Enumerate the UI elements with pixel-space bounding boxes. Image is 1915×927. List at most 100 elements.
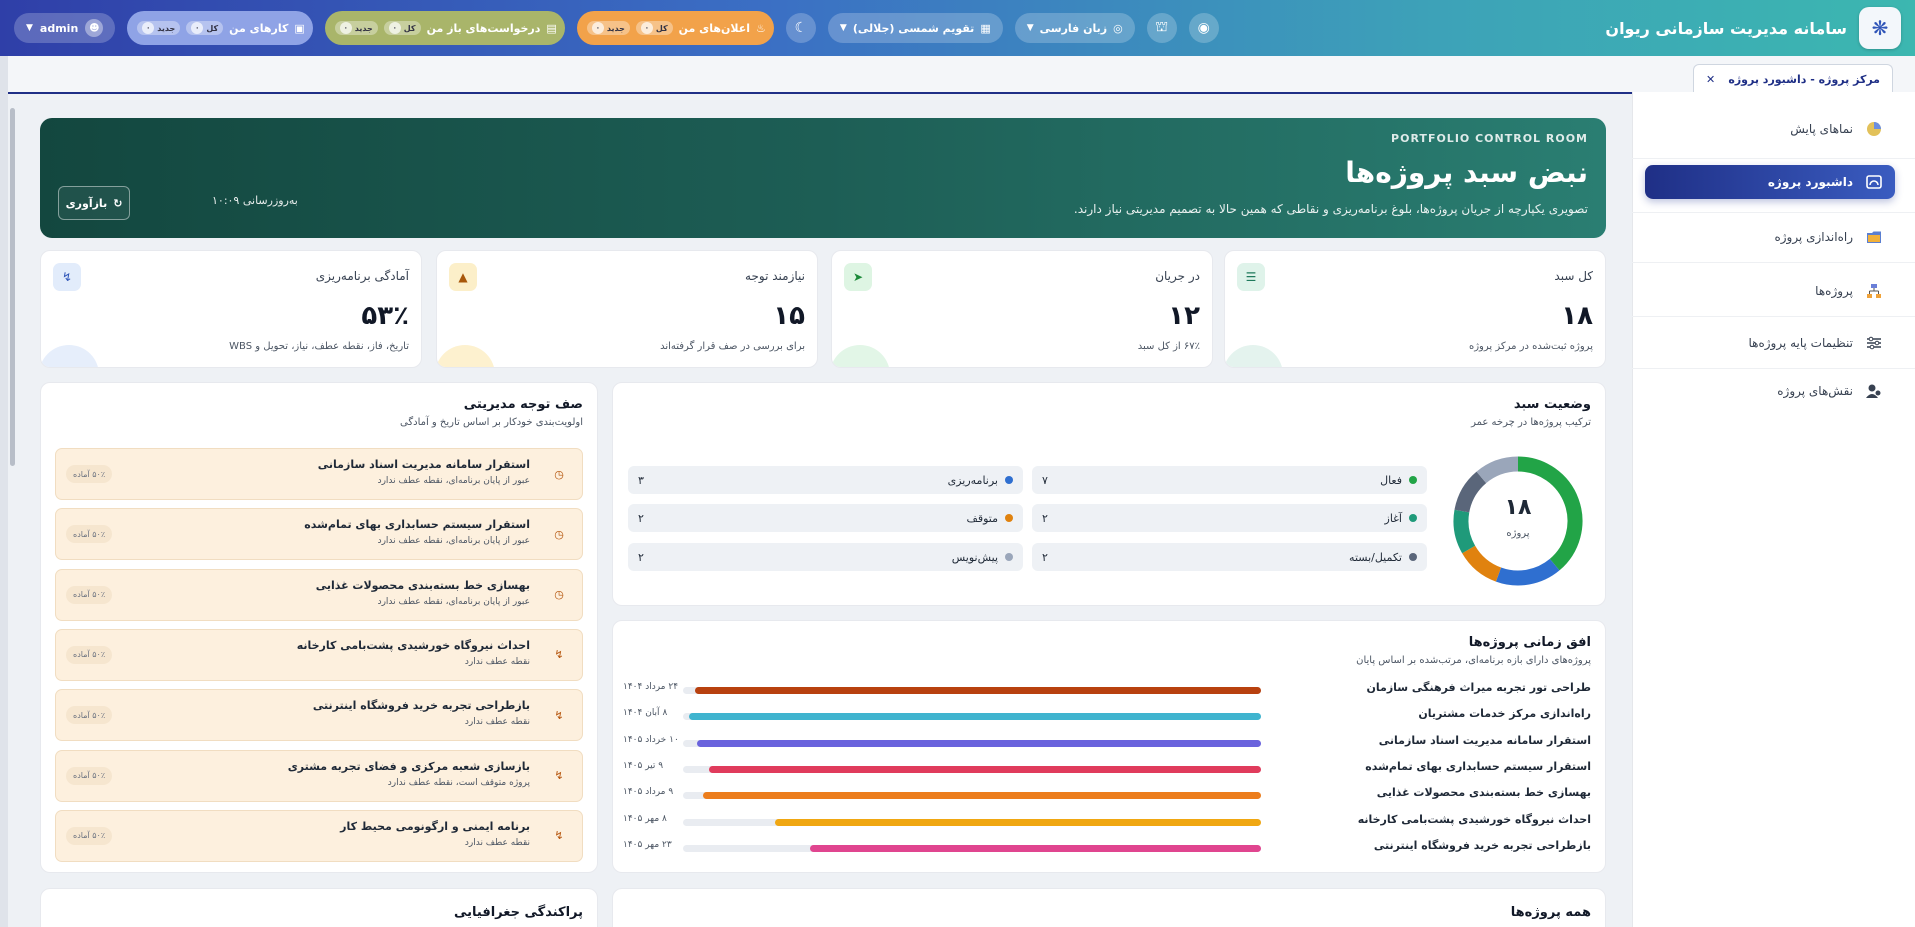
timeline-project-name: استقرار سیستم حسابداری بهای تمام‌شده: [1365, 759, 1591, 773]
sidebar-item-project-dashboard[interactable]: داشبورد پروژه: [1645, 165, 1895, 199]
tasks-button[interactable]: ▣ کارهای من کل ۰ جدید ۰: [127, 11, 313, 45]
queue-item[interactable]: ↯ برنامه ایمنی و ارگونومی محیط کار نقطه عط…: [55, 809, 583, 862]
timeline-row[interactable]: احداث نیروگاه خورشیدی پشت‌بامی کارخانه ۸ …: [623, 813, 1591, 831]
decorative-blob: [832, 345, 890, 367]
queue-item-subtitle: نقطه عطف ندارد: [464, 837, 530, 848]
timeline-bar: [709, 765, 1261, 773]
badge-count: ۰: [640, 22, 653, 34]
sidebar-item-project-setup[interactable]: راه‌اندازی پروژه: [1645, 220, 1895, 254]
sidebar-item-label: نماهای پایش: [1790, 122, 1853, 136]
sidebar-item-projects[interactable]: پروژه‌ها: [1645, 274, 1895, 308]
queue-item[interactable]: ↯ احداث نیروگاه خورشیدی پشت‌بامی کارخانه ن…: [55, 628, 583, 681]
queue-item[interactable]: ↯ بازسازی شعبه مرکزی و فضای تجربه مشتری پر…: [55, 749, 583, 802]
donut-segment: [1476, 456, 1519, 484]
status-chip-stopped[interactable]: متوقف ۲: [628, 504, 1023, 532]
route-icon: ↯: [53, 263, 81, 291]
kpi-value: ۱۸: [1561, 301, 1593, 331]
queue-item-title: استقرار سیستم حسابداری بهای تمام‌شده: [304, 518, 530, 532]
chevron-down-icon: ▼: [26, 23, 33, 33]
status-chip-completed[interactable]: تکمیل/بسته ۲: [1032, 543, 1427, 571]
status-count: ۲: [1042, 511, 1048, 525]
status-dot: [1005, 553, 1013, 561]
user-menu[interactable]: ☻ admin ▼: [14, 13, 116, 43]
tab-project-dashboard[interactable]: مرکز پروژه - داشبورد پروژه ✕: [1693, 64, 1893, 94]
sidebar-item-label: تنظیمات پایه پروژه‌ها: [1748, 336, 1853, 350]
donut-segment: [1453, 509, 1476, 554]
app-logo-icon[interactable]: ❋: [1859, 7, 1901, 49]
window-left-edge: [0, 56, 8, 927]
sidebar-item-monitoring-views[interactable]: نماهای پایش: [1645, 112, 1895, 146]
hero-banner: PORTFOLIO CONTROL ROOM نبض سبد پروژه‌ها …: [40, 118, 1606, 238]
timeline-bar: [703, 792, 1261, 800]
top-bar: ❋ سامانه مدیریت سازمانی ریوان ◉ ⛫ ◎ زبان…: [0, 0, 1915, 56]
language-selector[interactable]: ◎ زبان فارسی ▼: [1014, 13, 1135, 43]
kpi-card-total: کل سبد ۱۸ پروژه ثبت‌شده در مرکز پروژه ☰: [1224, 250, 1606, 368]
queue-item-title: بازسازی شعبه مرکزی و فضای تجربه مشتری: [287, 759, 530, 773]
close-icon[interactable]: ✕: [1706, 73, 1715, 86]
folder-icon: [1863, 226, 1885, 248]
status-chip-active[interactable]: فعال ۷: [1032, 466, 1427, 494]
status-chip-planning[interactable]: برنامه‌ریزی ۳: [628, 466, 1023, 494]
kpi-desc: ۶۷٪ از کل سبد: [1137, 341, 1200, 352]
tab-bar: مرکز پروژه - داشبورد پروژه ✕: [8, 56, 1915, 94]
sidebar-item-project-roles[interactable]: نقش‌های پروژه: [1645, 374, 1895, 408]
readiness-badge: ۵۰٪ آماده: [66, 706, 113, 725]
clipboard-icon: ▤: [546, 21, 557, 35]
dark-mode-toggle[interactable]: ☾: [785, 13, 816, 43]
timeline-row[interactable]: بهسازی خط بسته‌بندی محصولات غذایی ۹ مرداد…: [623, 786, 1591, 804]
requests-new-badge: جدید ۰: [334, 21, 378, 35]
timeline-bar: [695, 687, 1261, 694]
timeline-project-name: راه‌اندازی مرکز خدمات مشتریان: [1418, 707, 1591, 721]
sidebar: نماهای پایش داشبورد پروژه راه‌اندازی پرو…: [1632, 92, 1915, 927]
timeline-row[interactable]: استقرار سامانه مدیریت اسناد سازمانی ۱۰ خر…: [623, 734, 1591, 752]
timeline-end-date: ۹ مرداد ۱۴۰۵: [623, 787, 674, 798]
timeline-row[interactable]: بازطراحی تجربه خرید فروشگاه اینترنتی ۲۳ م…: [623, 839, 1591, 857]
geo-distribution-panel: پراکندگی جغرافیایی: [40, 888, 598, 927]
badge-count: ۰: [142, 22, 155, 34]
scrollbar[interactable]: [10, 108, 15, 466]
bell-icon: ♨: [756, 21, 766, 35]
brand: ❋ سامانه مدیریت سازمانی ریوان: [1605, 7, 1901, 49]
sidebar-item-label: نقش‌های پروژه: [1777, 384, 1853, 398]
panel-title: صف توجه مدیریتی: [463, 397, 583, 412]
tasks-new-badge: جدید ۰: [137, 21, 181, 35]
requests-button[interactable]: ▤ درخواست‌های باز من کل ۰ جدید ۰: [324, 11, 565, 45]
status-chip-draft[interactable]: پیش‌نویس ۲: [628, 543, 1023, 571]
queue-item-subtitle: نقطه عطف ندارد: [464, 656, 530, 667]
timeline-bar: [775, 818, 1261, 826]
running-icon: ➤: [844, 263, 872, 291]
timeline-row[interactable]: راه‌اندازی مرکز خدمات مشتریان ۸ آبان ۱۴۰۴: [623, 707, 1591, 725]
status-count: ۳: [638, 473, 644, 487]
queue-item[interactable]: ◷ استقرار سامانه مدیریت اسناد سازمانی عبور…: [55, 448, 583, 500]
status-dot: [1409, 514, 1417, 522]
badge-count: ۰: [339, 22, 352, 34]
panel-title: وضعیت سبد: [1513, 397, 1591, 412]
timeline-project-name: طراحی تور تجربه میراث فرهنگی سازمان: [1366, 681, 1591, 694]
management-queue-panel: صف توجه مدیریتی اولویت‌بندی خودکار بر اس…: [40, 382, 598, 873]
timeline-row[interactable]: طراحی تور تجربه میراث فرهنگی سازمان ۲۴ مر…: [623, 681, 1591, 699]
status-count: ۲: [1042, 550, 1048, 564]
refresh-button[interactable]: ↻ بازآوری: [58, 186, 130, 220]
announcements-button[interactable]: ♨ اعلان‌های من کل ۰ جدید ۰: [576, 11, 774, 45]
status-dot: [1409, 476, 1417, 484]
bank-icon[interactable]: ⛫: [1146, 13, 1177, 43]
status-count: ۷: [1042, 473, 1048, 487]
status-chip-start[interactable]: آغاز ۲: [1032, 504, 1427, 532]
inbox-icon: ▣: [294, 21, 305, 35]
queue-item[interactable]: ↯ بازطراحی تجربه خرید فروشگاه اینترنتی نقط…: [55, 689, 583, 742]
queue-item-subtitle: پروژه متوقف است، نقطه عطف ندارد: [387, 777, 530, 788]
donut-segment: [1462, 545, 1502, 582]
dashboard-icon: [1863, 171, 1885, 193]
page-title: نبض سبد پروژه‌ها: [1345, 156, 1588, 189]
palette-icon[interactable]: ◉: [1188, 13, 1219, 43]
kpi-value: ۱۲: [1168, 301, 1200, 331]
kpi-label: در جریان: [1155, 269, 1200, 283]
timeline-project-name: بهسازی خط بسته‌بندی محصولات غذایی: [1376, 786, 1591, 800]
queue-item-title: بهسازی خط بسته‌بندی محصولات غذایی: [315, 578, 530, 592]
timeline-row[interactable]: استقرار سیستم حسابداری بهای تمام‌شده ۹ تی…: [623, 760, 1591, 778]
queue-item[interactable]: ◷ استقرار سیستم حسابداری بهای تمام‌شده عبو…: [55, 508, 583, 561]
queue-item[interactable]: ◷ بهسازی خط بسته‌بندی محصولات غذایی عبور ا…: [55, 568, 583, 621]
calendar-selector[interactable]: ▦ تقویم شمسی (جلالی) ▼: [827, 13, 1003, 43]
sidebar-item-project-settings[interactable]: تنظیمات پایه پروژه‌ها: [1645, 326, 1895, 360]
calendar-label: تقویم شمسی (جلالی): [852, 21, 975, 35]
